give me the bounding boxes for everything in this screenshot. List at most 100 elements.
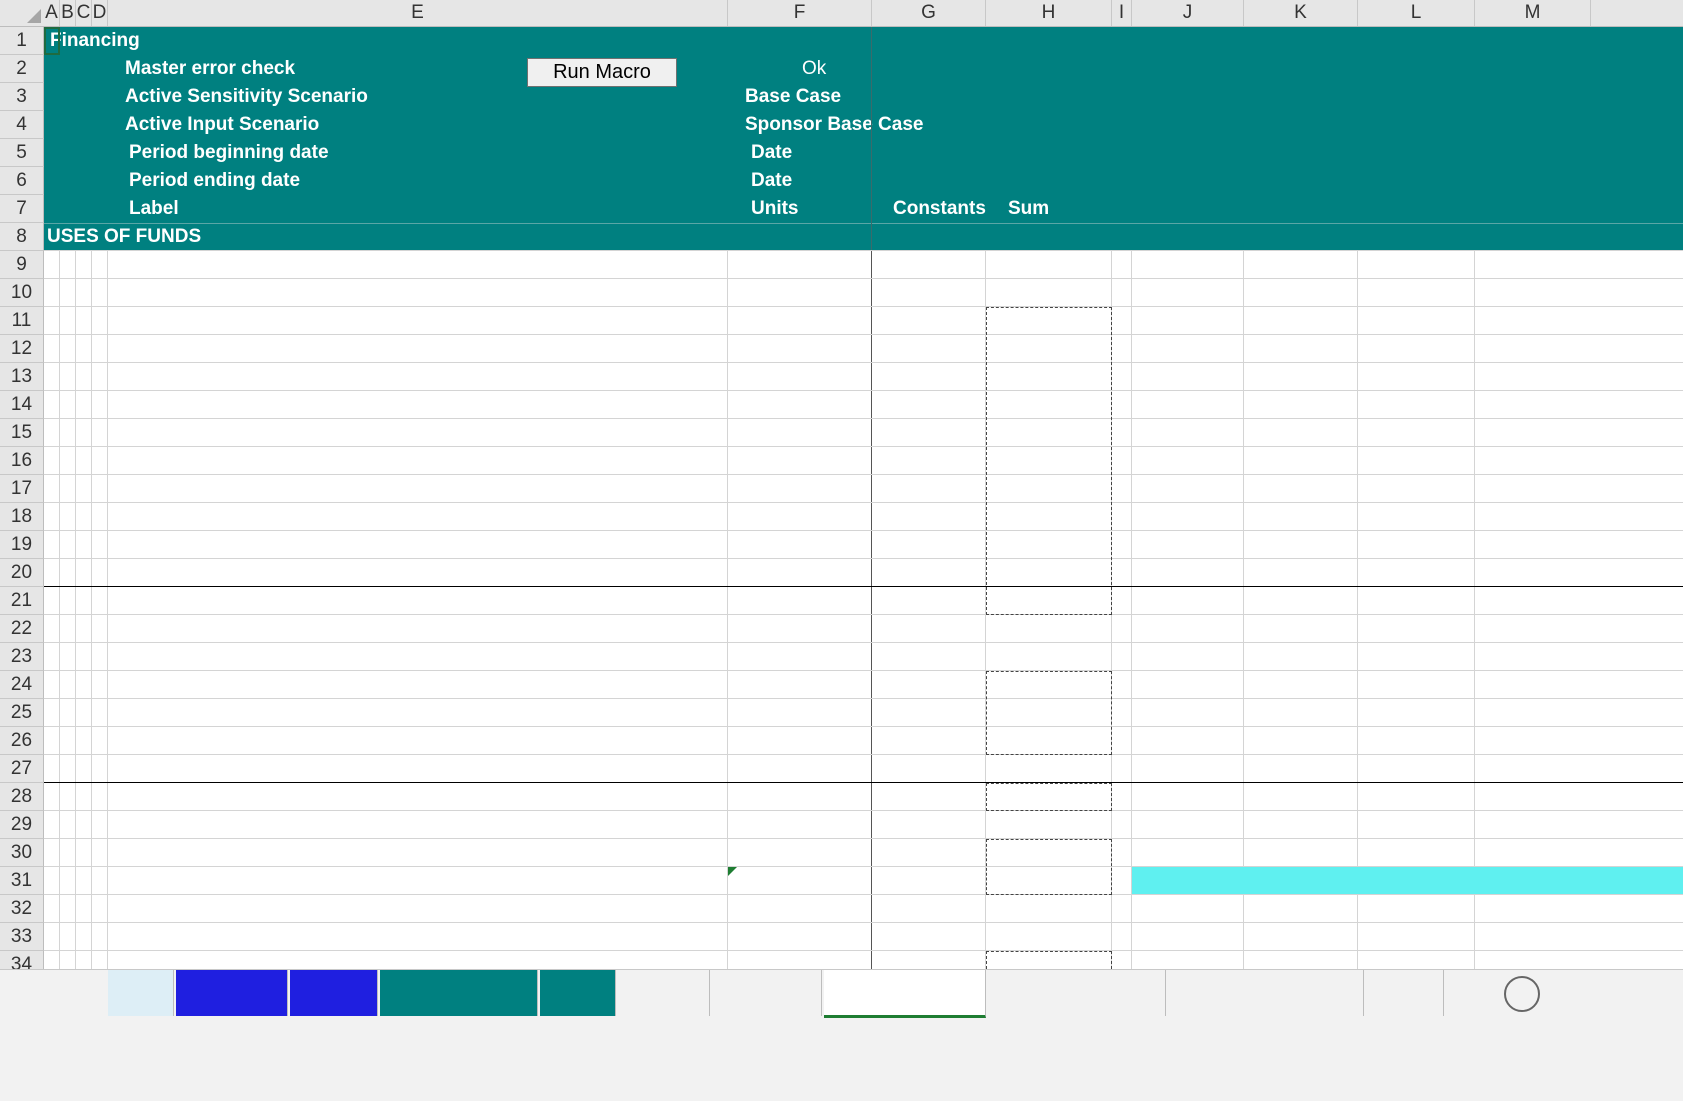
sheet-tab[interactable] [824,970,986,1018]
row-header[interactable]: 24 [0,671,44,699]
period-value-cell [1132,699,1234,727]
run-macro-button[interactable]: Run Macro [527,58,677,87]
sheet-tab[interactable] [1366,970,1444,1016]
sum-cell [986,755,1101,783]
row-header[interactable]: 20 [0,559,44,587]
row-header[interactable]: 9 [0,251,44,279]
column-header[interactable]: D [92,0,108,26]
period-value-cell [1244,335,1348,363]
column-header[interactable]: K [1244,0,1358,26]
period-value-cell [1244,307,1348,335]
row-header[interactable]: 6 [0,167,44,195]
grid-vline [727,251,728,1047]
column-header[interactable]: J [1132,0,1244,26]
tab-more-left[interactable] [60,970,106,1016]
row-header[interactable]: 18 [0,503,44,531]
column-header[interactable]: A [44,0,60,26]
period-value-cell [1358,727,1465,755]
row-header[interactable]: 30 [0,839,44,867]
column-header[interactable]: C [76,0,92,26]
constants-cell [872,699,973,727]
constants-cell [872,447,973,475]
error-status: Ok [802,58,827,79]
row-header[interactable]: 25 [0,699,44,727]
constants-cell [872,755,973,783]
row-header[interactable]: 7 [0,195,44,223]
period-value-cell [1358,363,1465,391]
row-header[interactable]: 15 [0,419,44,447]
column-header[interactable]: E [108,0,728,26]
row-header[interactable]: 17 [0,475,44,503]
period-value-cell [1358,587,1465,615]
active-sensitivity-label: Active Sensitivity Scenario [125,86,368,107]
tab-more-right[interactable] [1450,970,1496,1016]
sheet-tab[interactable] [988,970,1166,1016]
sum-cell [986,867,1101,895]
period-value-cell [1244,699,1348,727]
row-header[interactable]: 11 [0,307,44,335]
row-header[interactable]: 21 [0,587,44,615]
select-all-corner[interactable] [0,0,45,27]
row-header[interactable]: 29 [0,811,44,839]
row-header[interactable]: 2 [0,55,44,83]
row-header[interactable]: 4 [0,111,44,139]
grid-hline [44,250,1683,251]
row-header[interactable]: 32 [0,895,44,923]
sheet-grid[interactable]: Financing Master error check Ok Active S… [44,27,1683,1047]
active-cell[interactable] [44,27,60,55]
period-value-cell [1132,475,1234,503]
column-header[interactable]: G [872,0,986,26]
period-value-cell [1358,475,1465,503]
sum-cell [986,447,1101,475]
grid-vline [91,251,92,1047]
column-header[interactable]: B [60,0,76,26]
row-header[interactable]: 13 [0,363,44,391]
row-header[interactable]: 14 [0,391,44,419]
row-header[interactable]: 8 [0,223,44,251]
period-value-cell [1358,419,1465,447]
row-header[interactable]: 5 [0,139,44,167]
sum-cell [986,783,1101,811]
row-header[interactable]: 27 [0,755,44,783]
sum-cell [986,475,1101,503]
row-header[interactable]: 19 [0,531,44,559]
row-header[interactable]: 31 [0,867,44,895]
row-header[interactable]: 10 [0,279,44,307]
sum-cell [986,391,1101,419]
column-header[interactable]: I [1112,0,1132,26]
row-header[interactable]: 23 [0,643,44,671]
uses-of-funds-section: USES OF FUNDS [47,226,202,247]
period-value-cell [1244,391,1348,419]
sheet-tab[interactable] [380,970,538,1016]
sheet-tab[interactable] [176,970,288,1016]
period-value-cell [1358,531,1465,559]
row-header[interactable]: 12 [0,335,44,363]
period-value-cell [1244,755,1348,783]
row-header[interactable]: 22 [0,615,44,643]
tab-scroll-next[interactable] [20,970,52,1016]
column-header[interactable]: H [986,0,1112,26]
sheet-tab[interactable] [540,970,616,1016]
row-header[interactable]: 1 [0,27,44,55]
row-header[interactable]: 16 [0,447,44,475]
sheet-tab[interactable] [618,970,710,1016]
row-header[interactable]: 33 [0,923,44,951]
row-header[interactable]: 3 [0,83,44,111]
column-header[interactable]: L [1358,0,1475,26]
add-sheet-icon[interactable] [1504,976,1540,1012]
sheet-tab[interactable] [108,970,174,1016]
row-header[interactable]: 28 [0,783,44,811]
constants-cell [872,475,973,503]
period-value-cell [1475,671,1581,699]
constants-cell [872,671,973,699]
row-header[interactable]: 26 [0,727,44,755]
period-value-cell [1132,363,1234,391]
column-header[interactable]: F [728,0,872,26]
column-header[interactable]: M [1475,0,1591,26]
grid-hline [44,642,1683,643]
sheet-tab[interactable] [712,970,822,1016]
sheet-tab[interactable] [290,970,378,1016]
constants-cell [872,587,973,615]
sum-cell [986,363,1101,391]
sheet-tab[interactable] [1168,970,1364,1016]
